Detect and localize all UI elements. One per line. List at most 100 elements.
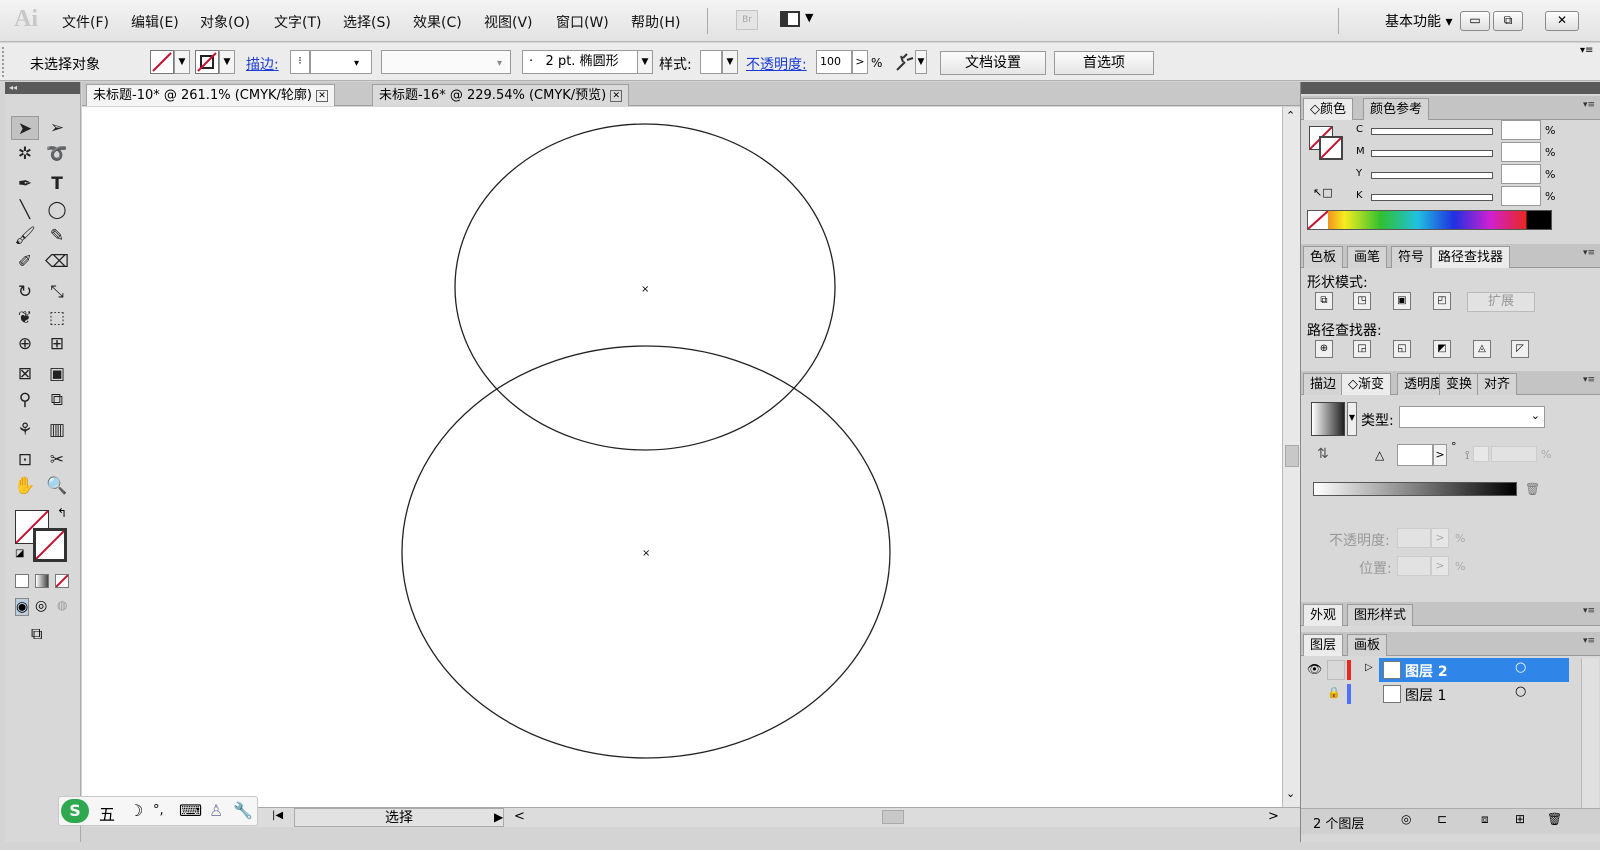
line-tool-icon[interactable]: ╲ xyxy=(11,198,39,222)
tab-document-16[interactable]: 未标题-16* @ 229.54% (CMYK/预览) ✕ xyxy=(372,84,630,106)
gradient-type-select[interactable]: ⌄ xyxy=(1399,406,1545,428)
punctuation-icon[interactable]: °, xyxy=(153,803,164,818)
panel-menu-icon[interactable]: ▾≡ xyxy=(1583,606,1595,616)
horizontal-scroll-thumb[interactable] xyxy=(882,810,904,824)
person-icon[interactable]: ♙ xyxy=(209,801,223,820)
minus-back-icon[interactable]: ◸ xyxy=(1511,340,1529,358)
fill-swatch[interactable] xyxy=(150,50,174,74)
menu-effect[interactable]: 效果(C) xyxy=(413,12,462,32)
tab-graphic-styles[interactable]: 图形样式 xyxy=(1347,604,1414,626)
layer-name[interactable]: 图层 2 xyxy=(1405,661,1448,681)
paintbrush-tool-icon[interactable]: 🖌 xyxy=(11,224,39,248)
expand-button[interactable]: 扩展 xyxy=(1467,292,1535,312)
wrench-icon[interactable]: 🔧 xyxy=(233,801,253,820)
cyan-input[interactable] xyxy=(1501,120,1541,140)
layer-row-2[interactable]: 👁 ▷ 图层 2 ○ xyxy=(1301,658,1600,682)
expand-layer-icon[interactable]: ▷ xyxy=(1365,662,1373,673)
tab-artboards[interactable]: 画板 xyxy=(1347,634,1388,656)
color-stroke-box[interactable] xyxy=(1319,136,1343,160)
minimize-button[interactable]: ▭ xyxy=(1460,11,1490,31)
scroll-right-icon[interactable]: > xyxy=(1268,809,1279,824)
recolor-dropdown[interactable]: ▼ xyxy=(915,50,927,74)
tab-symbols[interactable]: 符号 xyxy=(1391,246,1432,268)
menu-edit[interactable]: 编辑(E) xyxy=(131,12,179,32)
panel-menu-icon[interactable]: ▾≡ xyxy=(1583,636,1595,646)
vertical-scrollbar[interactable]: ⌃ ⌄ xyxy=(1282,107,1300,807)
opacity-input[interactable]: 100 xyxy=(816,50,852,74)
out-of-gamut-icon[interactable]: ↖□ xyxy=(1313,186,1333,199)
blob-brush-tool-icon[interactable]: ✐ xyxy=(11,250,39,274)
magenta-input[interactable] xyxy=(1501,142,1541,162)
eyedropper-tool-icon[interactable]: ⚲ xyxy=(11,388,39,412)
target-circle-icon[interactable]: ○ xyxy=(1515,660,1526,675)
close-icon[interactable]: ✕ xyxy=(610,89,623,102)
menu-help[interactable]: 帮助(H) xyxy=(631,12,680,32)
status-menu-arrow-icon[interactable]: ▶ xyxy=(494,810,503,824)
tab-document-10[interactable]: 未标题-10* @ 261.1% (CMYK/轮廓) ✕ xyxy=(86,84,335,106)
panel-menu-icon[interactable]: ▾≡ xyxy=(1580,45,1593,56)
black-input[interactable] xyxy=(1501,186,1541,206)
angle-input[interactable] xyxy=(1397,444,1433,466)
default-colors-icon[interactable]: ◪ xyxy=(15,548,24,559)
stroke-color-box[interactable] xyxy=(33,528,67,562)
tab-stroke[interactable]: 描边 xyxy=(1303,373,1344,395)
slice-tool-icon[interactable]: ✂ xyxy=(43,448,71,472)
intersect-icon[interactable]: ▣ xyxy=(1393,292,1411,310)
aspect-ratio-field[interactable] xyxy=(1491,446,1537,462)
gradient-tool-icon[interactable]: ▣ xyxy=(43,362,71,386)
blend-tool-icon[interactable]: ⧉ xyxy=(43,388,71,412)
stroke-swatch[interactable] xyxy=(195,50,219,74)
crop-icon[interactable]: ◩ xyxy=(1433,340,1451,358)
locate-object-icon[interactable]: ◎ xyxy=(1401,812,1411,826)
hand-tool-icon[interactable]: ✋ xyxy=(11,474,39,498)
tab-color[interactable]: ◇颜色 xyxy=(1303,98,1354,120)
moon-icon[interactable]: ☽ xyxy=(129,801,143,820)
tab-gradient[interactable]: ◇渐变 xyxy=(1341,373,1392,395)
color-icon[interactable] xyxy=(15,574,29,588)
stop-opacity-arrow[interactable]: > xyxy=(1431,528,1449,548)
make-clipping-mask-icon[interactable]: ⊏ xyxy=(1437,812,1447,826)
layers-scrollbar[interactable] xyxy=(1581,658,1599,808)
workspace-switcher[interactable]: 基本功能 ▾ xyxy=(1385,11,1452,31)
panel-menu-icon[interactable]: ▾≡ xyxy=(1583,248,1595,258)
minus-front-icon[interactable]: ◳ xyxy=(1353,292,1371,310)
gradient-preview-swatch[interactable] xyxy=(1311,402,1345,436)
fill-dropdown[interactable]: ▼ xyxy=(174,50,190,74)
scale-tool-icon[interactable]: ⤡ xyxy=(43,280,71,304)
pen-tool-icon[interactable]: ✒ xyxy=(11,172,39,196)
screen-mode-icon[interactable]: ⧉ xyxy=(31,624,42,644)
visibility-eye-icon[interactable]: 👁 xyxy=(1307,662,1322,676)
layer-name[interactable]: 图层 1 xyxy=(1405,685,1446,705)
collapse-icon[interactable]: ◂◂ xyxy=(5,82,80,94)
chevron-up-icon[interactable]: ⌃ xyxy=(1286,109,1295,122)
tab-layers[interactable]: 图层 xyxy=(1303,634,1344,656)
stop-location-arrow[interactable]: > xyxy=(1431,556,1449,576)
tab-color-guide[interactable]: 颜色参考 xyxy=(1363,98,1430,120)
brush-dropdown[interactable]: ▼ xyxy=(637,50,653,74)
first-artboard-icon[interactable]: |◀ xyxy=(272,810,283,821)
stroke-label-link[interactable]: 描边: xyxy=(246,54,279,74)
opacity-label-link[interactable]: 不透明度: xyxy=(746,54,807,74)
eraser-tool-icon[interactable]: ⌫ xyxy=(43,250,71,274)
tab-swatches[interactable]: 色板 xyxy=(1303,246,1344,268)
tab-pathfinder[interactable]: 路径查找器 xyxy=(1431,246,1511,268)
menu-type[interactable]: 文字(T) xyxy=(274,12,321,32)
yellow-input[interactable] xyxy=(1501,164,1541,184)
document-setup-button[interactable]: 文档设置 xyxy=(940,51,1046,75)
menu-object[interactable]: 对象(O) xyxy=(200,12,250,32)
variable-width-profile[interactable] xyxy=(381,50,511,74)
angle-arrow-button[interactable]: > xyxy=(1433,444,1447,466)
warp-tool-icon[interactable]: ❦ xyxy=(11,306,39,330)
trim-icon[interactable]: ◲ xyxy=(1353,340,1371,358)
column-graph-tool-icon[interactable]: ▥ xyxy=(43,418,71,442)
divide-icon[interactable]: ⊕ xyxy=(1315,340,1333,358)
tab-transform[interactable]: 变换 xyxy=(1439,373,1480,395)
yellow-slider[interactable] xyxy=(1371,172,1493,179)
draw-inside-icon[interactable]: ◍ xyxy=(57,598,67,612)
layer-row-1[interactable]: 🔒 图层 1 ○ xyxy=(1301,682,1600,706)
menu-window[interactable]: 窗口(W) xyxy=(556,12,609,32)
close-icon[interactable]: ✕ xyxy=(315,89,328,102)
preferences-button[interactable]: 首选项 xyxy=(1054,51,1154,75)
gradient-slider[interactable] xyxy=(1313,482,1517,496)
color-spectrum[interactable] xyxy=(1307,210,1552,230)
